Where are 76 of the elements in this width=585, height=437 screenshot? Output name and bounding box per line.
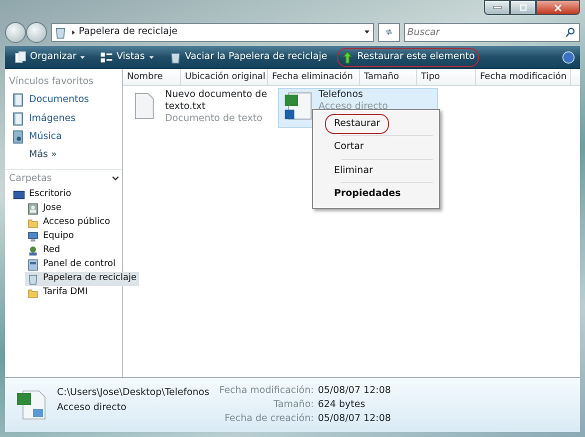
file-type: Acceso directo bbox=[318, 101, 388, 113]
help-icon bbox=[562, 51, 575, 64]
close-button[interactable] bbox=[536, 0, 580, 15]
dropdown-icon bbox=[148, 54, 155, 61]
file-name: Nuevo documento de texto.txt bbox=[164, 89, 268, 113]
music-icon bbox=[11, 130, 25, 144]
control-panel-icon bbox=[27, 259, 39, 271]
tree-item[interactable]: Tarifa DMI bbox=[25, 286, 90, 300]
tree-item[interactable]: Equipo bbox=[25, 230, 76, 244]
tree-item[interactable]: Jose bbox=[25, 202, 64, 216]
tree-item[interactable]: Escritorio bbox=[11, 188, 74, 202]
document-icon bbox=[11, 93, 25, 108]
views-icon bbox=[100, 51, 114, 64]
menu-item[interactable]: Propiedades bbox=[325, 184, 410, 204]
chevron-icon bbox=[70, 28, 76, 36]
detail-label: Fecha de creación: bbox=[224, 412, 314, 426]
favorite-link[interactable]: Documentos bbox=[5, 91, 95, 110]
file-path: C:\Users\Jose\Desktop\Telefonos bbox=[57, 386, 210, 400]
back-button[interactable] bbox=[5, 22, 26, 42]
refresh-button[interactable] bbox=[378, 22, 400, 42]
chevron-icon bbox=[110, 174, 120, 184]
column-header[interactable]: Fecha eliminación bbox=[268, 69, 360, 85]
recycle-bin-icon bbox=[54, 26, 68, 38]
menu-item[interactable]: Restaurar bbox=[325, 114, 390, 134]
minimize-button[interactable] bbox=[484, 0, 510, 15]
monitor-icon bbox=[13, 189, 25, 201]
menu-item[interactable]: Eliminar bbox=[325, 160, 382, 181]
column-header[interactable]: Ubicación original bbox=[181, 69, 268, 85]
help-button[interactable] bbox=[562, 51, 575, 64]
collapse-button[interactable] bbox=[110, 174, 120, 184]
network-icon bbox=[27, 245, 39, 257]
toolbar-button[interactable]: Vistas bbox=[96, 48, 159, 67]
up-arrow-icon bbox=[341, 51, 354, 64]
file-type: Acceso directo bbox=[57, 400, 128, 414]
folder-icon bbox=[27, 217, 39, 229]
column-header[interactable]: Nombre bbox=[123, 69, 181, 85]
detail-label: Fecha modificación: bbox=[219, 384, 314, 398]
minimize-icon bbox=[492, 3, 502, 12]
recycle-bin-icon bbox=[168, 51, 182, 64]
section-heading: Carpetas bbox=[8, 172, 53, 186]
toolbar-button[interactable]: Organizar bbox=[10, 48, 90, 67]
dropdown-icon bbox=[79, 54, 86, 61]
close-icon bbox=[552, 2, 564, 14]
search-field[interactable]: Buscar bbox=[404, 22, 580, 42]
file-name: Telefonos bbox=[318, 89, 364, 101]
favorite-link[interactable]: Música bbox=[5, 128, 68, 146]
file-item[interactable]: Nuevo documento de texto.txt Documento de texto bbox=[125, 88, 276, 128]
column-header[interactable]: Tipo bbox=[417, 69, 476, 85]
forward-button[interactable] bbox=[26, 22, 47, 42]
menu-item[interactable]: Cortar bbox=[325, 137, 373, 158]
pages-icon bbox=[14, 51, 27, 64]
computer-icon bbox=[27, 231, 39, 243]
detail-value: 624 bytes bbox=[318, 398, 366, 412]
detail-value: 05/08/07 12:08 bbox=[318, 412, 391, 426]
address-field[interactable]: Papelera de reciclaje bbox=[51, 22, 374, 42]
maximize-button[interactable] bbox=[510, 0, 536, 15]
file-type: Documento de texto bbox=[164, 113, 264, 125]
tree-item[interactable]: Papelera de reciclaje bbox=[25, 272, 139, 286]
toolbar-button[interactable]: Restaurar este elemento bbox=[337, 48, 479, 67]
tree-item[interactable]: Panel de control bbox=[25, 258, 118, 272]
tree-item[interactable]: Red bbox=[25, 244, 62, 258]
search-icon bbox=[565, 26, 576, 38]
toolbar-button[interactable]: Vaciar la Papelera de reciclaje bbox=[164, 48, 332, 67]
recycle-bin-icon bbox=[27, 273, 39, 285]
user-icon bbox=[27, 203, 39, 215]
maximize-icon bbox=[517, 2, 529, 14]
document-icon bbox=[11, 112, 25, 126]
tree-item[interactable]: Acceso público bbox=[25, 216, 112, 230]
favorite-link[interactable]: Imágenes bbox=[5, 110, 82, 128]
detail-label: Tamaño: bbox=[272, 398, 314, 412]
detail-value: 05/08/07 12:08 bbox=[318, 384, 391, 398]
more-link[interactable]: Más » bbox=[5, 146, 63, 164]
dropdown-icon bbox=[362, 28, 371, 36]
section-heading: Vínculos favoritos bbox=[8, 75, 94, 89]
column-header[interactable]: Tamaño bbox=[360, 69, 417, 85]
column-header[interactable]: Fecha modificación bbox=[476, 69, 571, 85]
